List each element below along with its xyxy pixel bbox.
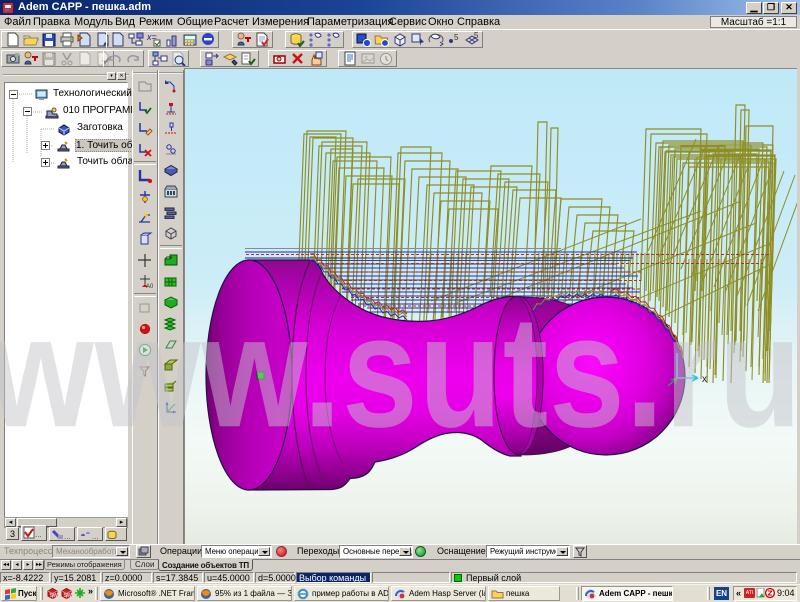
svg-text:x: x xyxy=(702,374,707,385)
svg-text:SW: SW xyxy=(64,593,72,599)
svg-text:...: ... xyxy=(92,532,99,541)
svg-text:SW: SW xyxy=(50,593,58,599)
svg-text:5: 5 xyxy=(474,32,479,40)
svg-text:...: ... xyxy=(64,532,71,541)
svg-text:...: ... xyxy=(35,530,42,539)
svg-text:A0: A0 xyxy=(146,284,153,289)
svg-text:5: 5 xyxy=(454,33,459,42)
